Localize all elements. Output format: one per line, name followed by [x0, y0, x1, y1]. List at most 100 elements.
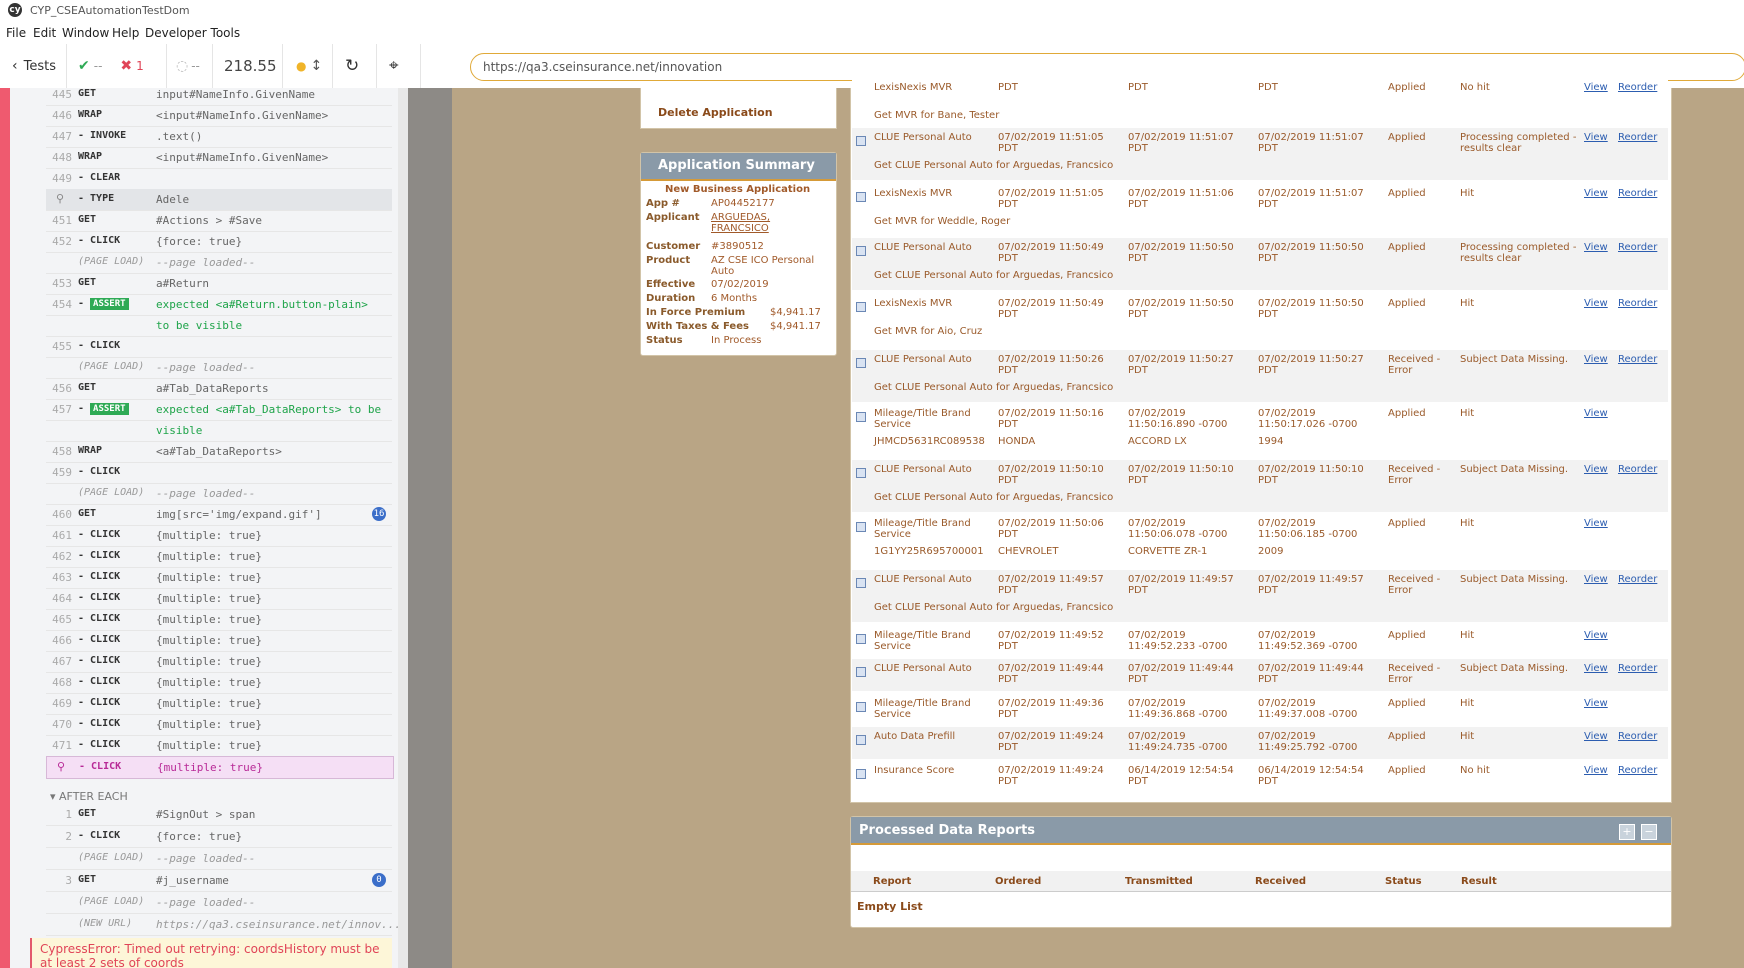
view-link[interactable]: View — [1584, 354, 1608, 365]
command-row[interactable]: 470 - CLICK {multiple: true} — [46, 714, 392, 736]
report-row: CLUE Personal Auto 07/02/2019 11:49:44 PD… — [852, 659, 1668, 691]
rerun-button[interactable]: ↻ — [332, 44, 377, 88]
command-row[interactable]: 449 - CLEAR — [46, 168, 392, 190]
reorder-link[interactable]: Reorder — [1618, 574, 1657, 585]
command-row[interactable]: 445 GET input#NameInfo.GivenName — [46, 84, 392, 106]
command-row[interactable]: 3 GET #j_username 0 — [46, 870, 392, 892]
view-link[interactable]: View — [1584, 731, 1608, 742]
command-row[interactable]: 456 GET a#Tab_DataReports — [46, 378, 392, 400]
view-link[interactable]: View — [1584, 188, 1608, 199]
view-link[interactable]: View — [1584, 574, 1608, 585]
reorder-link[interactable]: Reorder — [1618, 765, 1657, 776]
collapse-icon[interactable] — [856, 735, 866, 745]
command-row[interactable]: 463 - CLICK {multiple: true} — [46, 567, 392, 589]
view-link[interactable]: View — [1584, 82, 1608, 93]
summary-title: Application Summary — [641, 153, 836, 181]
command-number: 460 — [52, 508, 72, 521]
delete-application-link[interactable]: Delete Application — [658, 106, 773, 119]
command-row[interactable]: 446 WRAP <input#NameInfo.GivenName> — [46, 105, 392, 127]
command-row[interactable]: 467 - CLICK {multiple: true} — [46, 651, 392, 673]
command-row[interactable]: (PAGE LOAD) --page loaded-- — [46, 483, 392, 505]
collapse-icon[interactable] — [856, 769, 866, 779]
command-row[interactable]: to be visible — [46, 315, 392, 337]
view-link[interactable]: View — [1584, 765, 1608, 776]
reorder-link[interactable]: Reorder — [1618, 82, 1657, 93]
report-description: Get MVR for Bane, Tester — [874, 110, 1000, 121]
command-row[interactable]: (PAGE LOAD) --page loaded-- — [46, 252, 392, 274]
reorder-link[interactable]: Reorder — [1618, 731, 1657, 742]
view-link[interactable]: View — [1584, 408, 1608, 419]
collapse-icon[interactable] — [856, 246, 866, 256]
command-row[interactable]: visible — [46, 420, 392, 442]
command-row[interactable]: 464 - CLICK {multiple: true} — [46, 588, 392, 610]
tests-button[interactable]: ‹ Tests — [0, 44, 67, 88]
command-row[interactable]: 454 - ASSERT expected <a#Return.button-pla… — [46, 294, 392, 316]
plus-icon[interactable]: + — [1619, 824, 1635, 840]
command-row[interactable]: 448 WRAP <input#NameInfo.GivenName> — [46, 147, 392, 169]
collapse-icon[interactable] — [856, 468, 866, 478]
reorder-link[interactable]: Reorder — [1618, 354, 1657, 365]
command-row[interactable]: 471 - CLICK {multiple: true} — [46, 735, 392, 757]
command-row[interactable]: 1 GET #SignOut > span — [46, 804, 392, 826]
command-row[interactable]: 466 - CLICK {multiple: true} — [46, 630, 392, 652]
command-row[interactable]: (PAGE LOAD) --page loaded-- — [46, 357, 392, 379]
reorder-link[interactable]: Reorder — [1618, 132, 1657, 143]
after-each-hook[interactable]: ▾ AFTER EACH — [50, 790, 128, 803]
collapse-icon[interactable] — [856, 358, 866, 368]
aut-url-bar[interactable]: https://qa3.cseinsurance.net/innovation — [470, 53, 1744, 81]
command-row[interactable]: 462 - CLICK {multiple: true} — [46, 546, 392, 568]
command-row[interactable]: 452 - CLICK {force: true} — [46, 231, 392, 253]
collapse-icon[interactable] — [856, 136, 866, 146]
command-row[interactable]: 458 WRAP <a#Tab_DataReports> — [46, 441, 392, 463]
menu-help[interactable]: Help — [112, 26, 139, 40]
summary-value[interactable]: ARGUEDAS, FRANCSICO — [711, 212, 826, 234]
report-status: Received - Error — [1388, 354, 1441, 376]
selector-playground-button[interactable]: ⌖ — [376, 44, 421, 88]
menu-window[interactable]: Window — [62, 26, 109, 40]
collapse-icon[interactable] — [856, 302, 866, 312]
command-row[interactable]: 2 - CLICK {force: true} — [46, 826, 392, 848]
menu-developer-tools[interactable]: Developer Tools — [145, 26, 240, 40]
view-link[interactable]: View — [1584, 298, 1608, 309]
command-row[interactable]: 451 GET #Actions > #Save — [46, 210, 392, 232]
minus-icon[interactable]: − — [1641, 824, 1657, 840]
reorder-link[interactable]: Reorder — [1618, 298, 1657, 309]
running-indicator[interactable]: ● ↕ — [282, 44, 333, 88]
menu-file[interactable]: File — [6, 26, 26, 40]
command-log-scrollbar[interactable] — [398, 88, 408, 968]
collapse-icon[interactable] — [856, 667, 866, 677]
command-row[interactable]: (PAGE LOAD) --page loaded-- — [46, 848, 392, 870]
command-row[interactable]: 468 - CLICK {multiple: true} — [46, 672, 392, 694]
menu-edit[interactable]: Edit — [33, 26, 56, 40]
collapse-icon[interactable] — [856, 522, 866, 532]
reorder-link[interactable]: Reorder — [1618, 663, 1657, 674]
command-row[interactable]: 465 - CLICK {multiple: true} — [46, 609, 392, 631]
view-link[interactable]: View — [1584, 663, 1608, 674]
reorder-link[interactable]: Reorder — [1618, 242, 1657, 253]
command-row[interactable]: 459 - CLICK — [46, 462, 392, 484]
view-link[interactable]: View — [1584, 630, 1608, 641]
collapse-icon[interactable] — [856, 412, 866, 422]
command-row[interactable]: (NEW URL) https://qa3.cseinsurance.net/in… — [46, 914, 401, 936]
command-row[interactable]: 453 GET a#Return — [46, 273, 392, 295]
command-row[interactable]: - CLICK {multiple: true} ⚲ — [46, 756, 394, 779]
command-row[interactable]: 460 GET img[src='img/expand.gif'] 16 — [46, 504, 392, 526]
command-row[interactable]: 447 - INVOKE .text() — [46, 126, 392, 148]
collapse-icon[interactable] — [856, 634, 866, 644]
view-link[interactable]: View — [1584, 242, 1608, 253]
command-row[interactable]: - TYPE Adele ⚲ — [46, 189, 392, 211]
view-link[interactable]: View — [1584, 132, 1608, 143]
command-row[interactable]: 457 - ASSERT expected <a#Tab_DataReports> … — [46, 399, 392, 421]
collapse-icon[interactable] — [856, 578, 866, 588]
reorder-link[interactable]: Reorder — [1618, 188, 1657, 199]
view-link[interactable]: View — [1584, 464, 1608, 475]
collapse-icon[interactable] — [856, 192, 866, 202]
view-link[interactable]: View — [1584, 518, 1608, 529]
command-row[interactable]: 455 - CLICK — [46, 336, 392, 358]
command-row[interactable]: 469 - CLICK {multiple: true} — [46, 693, 392, 715]
collapse-icon[interactable] — [856, 702, 866, 712]
view-link[interactable]: View — [1584, 698, 1608, 709]
reorder-link[interactable]: Reorder — [1618, 464, 1657, 475]
command-row[interactable]: 461 - CLICK {multiple: true} — [46, 525, 392, 547]
command-row[interactable]: (PAGE LOAD) --page loaded-- — [46, 892, 392, 914]
